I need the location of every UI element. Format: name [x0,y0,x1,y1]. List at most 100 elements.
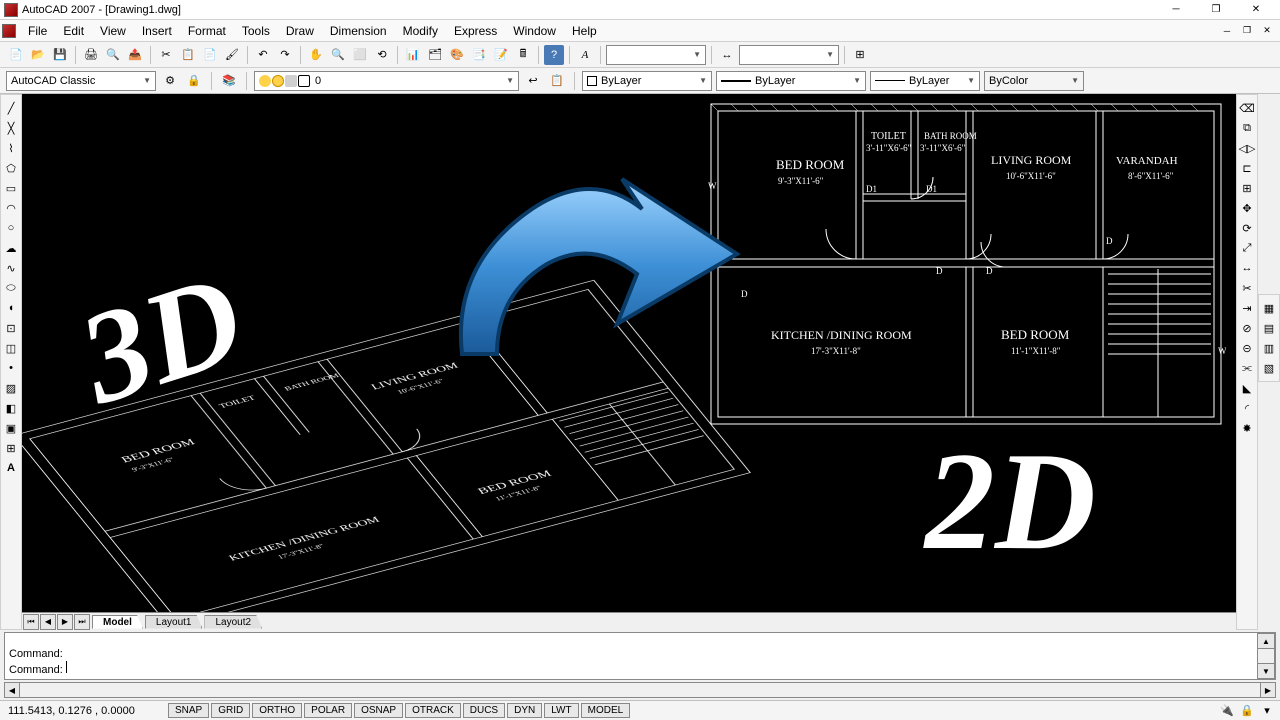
layer-combo[interactable]: 0 ▼ [254,71,519,91]
scroll-right-icon[interactable]: ▶ [1260,682,1276,698]
doc-close-button[interactable]: ✕ [1258,23,1276,39]
textstyle-icon[interactable]: A [575,45,595,65]
menu-draw[interactable]: Draw [278,22,322,40]
drawing-canvas[interactable]: 3D 2D [22,94,1236,612]
rotate-icon[interactable]: ⟳ [1238,219,1256,237]
ellipse-icon[interactable]: ⬭ [2,279,20,297]
open-icon[interactable]: 📂 [28,45,48,65]
menu-modify[interactable]: Modify [395,22,446,40]
markup-icon[interactable]: 📝 [491,45,511,65]
toggle-osnap[interactable]: OSNAP [354,703,403,718]
bring-front-icon[interactable]: ▦ [1260,299,1278,317]
status-comm-icon[interactable]: 🔌 [1218,702,1236,720]
tab-layout2[interactable]: Layout2 [204,615,262,629]
calc-icon[interactable]: 🖩 [513,45,533,65]
polyline-icon[interactable]: ⌇ [2,139,20,157]
break-at-icon[interactable]: ⊘ [1238,319,1256,337]
extend-icon[interactable]: ⇥ [1238,299,1256,317]
workspace-lock-icon[interactable]: 🔒 [184,71,204,91]
toggle-otrack[interactable]: OTRACK [405,703,461,718]
publish-icon[interactable]: 📤 [125,45,145,65]
tab-next-icon[interactable]: ▶ [57,614,73,630]
zoom-window-icon[interactable]: ⬜ [350,45,370,65]
scale-icon[interactable]: ⤢ [1238,239,1256,257]
ellipse-arc-icon[interactable]: ◖ [2,299,20,317]
copy-obj-icon[interactable]: ⧉ [1238,119,1256,137]
array-icon[interactable]: ⊞ [1238,179,1256,197]
paste-icon[interactable]: 📄 [200,45,220,65]
tablestyle-icon[interactable]: ⊞ [850,45,870,65]
trim-icon[interactable]: ✂ [1238,279,1256,297]
join-icon[interactable]: ⫘ [1238,359,1256,377]
workspace-settings-icon[interactable]: ⚙ [160,71,180,91]
menu-help[interactable]: Help [564,22,605,40]
menu-file[interactable]: File [20,22,55,40]
menu-app-icon[interactable] [2,24,16,38]
chamfer-icon[interactable]: ◣ [1238,379,1256,397]
close-button[interactable]: ✕ [1236,1,1276,19]
menu-window[interactable]: Window [505,22,564,40]
scroll-up-icon[interactable]: ▲ [1257,633,1275,649]
hatch-icon[interactable]: ▨ [2,379,20,397]
polygon-icon[interactable]: ⬠ [2,159,20,177]
copy-icon[interactable]: 📋 [178,45,198,65]
scroll-down-icon[interactable]: ▼ [1257,663,1275,679]
table-icon[interactable]: ⊞ [2,439,20,457]
tab-model[interactable]: Model [92,615,143,629]
arc-icon[interactable]: ◠ [2,199,20,217]
menu-tools[interactable]: Tools [234,22,278,40]
command-scrollbar[interactable]: ▲ ▼ [1257,633,1275,679]
maximize-button[interactable]: ❐ [1196,1,1236,19]
toggle-snap[interactable]: SNAP [168,703,209,718]
construction-line-icon[interactable]: ╳ [2,119,20,137]
tab-prev-icon[interactable]: ◀ [40,614,56,630]
toggle-model[interactable]: MODEL [581,703,631,718]
properties-icon[interactable]: 📊 [403,45,423,65]
mtext-icon[interactable]: A [2,459,20,477]
doc-restore-button[interactable]: ❐ [1238,23,1256,39]
dimstyle-icon[interactable]: ↔ [717,45,737,65]
tool-palettes-icon[interactable]: 🎨 [447,45,467,65]
status-tray-icon[interactable]: ▾ [1258,702,1276,720]
zoom-rt-icon[interactable]: 🔍 [328,45,348,65]
rectangle-icon[interactable]: ▭ [2,179,20,197]
point-icon[interactable]: • [2,359,20,377]
menu-dimension[interactable]: Dimension [322,22,395,40]
menu-insert[interactable]: Insert [134,22,180,40]
revcloud-icon[interactable]: ☁ [2,239,20,257]
linetype-combo[interactable]: ByLayer▼ [716,71,866,91]
coordinates-display[interactable]: 111.5413, 0.1276 , 0.0000 [4,705,154,717]
save-icon[interactable]: 💾 [50,45,70,65]
layer-manager-icon[interactable]: 📚 [219,71,239,91]
workspace-combo[interactable]: AutoCAD Classic▼ [6,71,156,91]
zoom-prev-icon[interactable]: ⟲ [372,45,392,65]
dimstyle-combo[interactable]: ▼ [739,45,839,65]
break-icon[interactable]: ⊝ [1238,339,1256,357]
undo-icon[interactable]: ↶ [253,45,273,65]
pan-icon[interactable]: ✋ [306,45,326,65]
tab-first-icon[interactable]: ⏮ [23,614,39,630]
insert-block-icon[interactable]: ⊡ [2,319,20,337]
gradient-icon[interactable]: ◧ [2,399,20,417]
match-props-icon[interactable]: 🖌 [222,45,242,65]
toggle-dyn[interactable]: DYN [507,703,542,718]
command-input[interactable]: Command: [9,661,1253,677]
spline-icon[interactable]: ∿ [2,259,20,277]
print-icon[interactable]: 🖨 [81,45,101,65]
circle-icon[interactable]: ○ [2,219,20,237]
move-icon[interactable]: ✥ [1238,199,1256,217]
layer-states-icon[interactable]: 📋 [547,71,567,91]
menu-express[interactable]: Express [446,22,505,40]
plotstyle-combo[interactable]: ByColor▼ [984,71,1084,91]
menu-format[interactable]: Format [180,22,234,40]
erase-icon[interactable]: ⌫ [1238,99,1256,117]
doc-minimize-button[interactable]: ─ [1218,23,1236,39]
command-hscrollbar[interactable]: ◀ ▶ [4,682,1276,698]
textstyle-combo[interactable]: ▼ [606,45,706,65]
help-icon[interactable]: ? [544,45,564,65]
toggle-grid[interactable]: GRID [211,703,250,718]
fillet-icon[interactable]: ◜ [1238,399,1256,417]
minimize-button[interactable]: ─ [1156,1,1196,19]
toggle-lwt[interactable]: LWT [544,703,578,718]
line-icon[interactable]: ╱ [2,99,20,117]
